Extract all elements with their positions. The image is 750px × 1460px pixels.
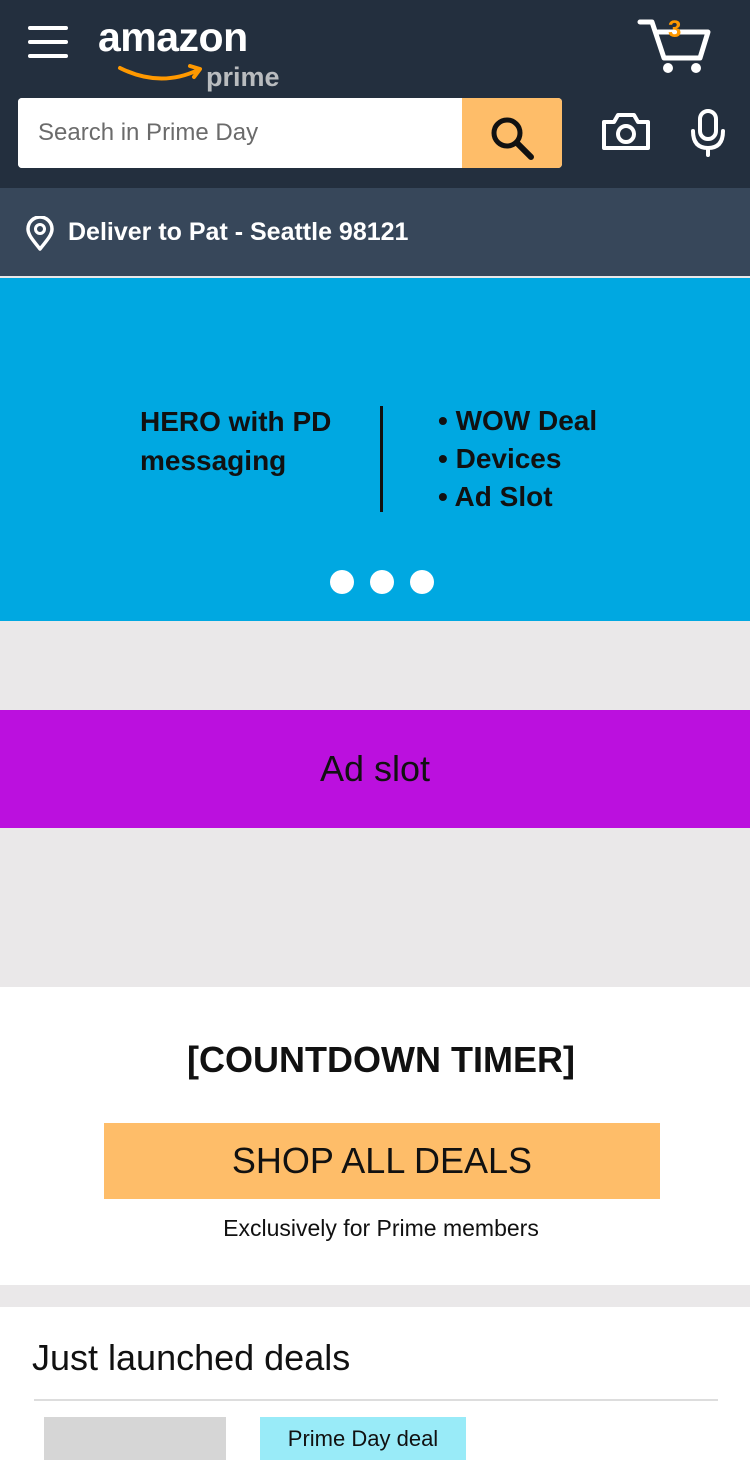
hero-bullet: • Devices xyxy=(438,443,562,474)
camera-icon[interactable] xyxy=(600,110,652,154)
carousel-dots xyxy=(330,570,440,596)
deal-product-image[interactable] xyxy=(44,1417,226,1460)
divider xyxy=(34,1399,718,1401)
header: amazon prime 3 xyxy=(0,0,750,188)
search-icon xyxy=(491,117,534,160)
deliver-to-label: Deliver to Pat - Seattle 98121 xyxy=(68,218,409,246)
hero-bullet-list: • WOW Deal • Devices • Ad Slot xyxy=(438,402,597,516)
microphone-icon[interactable] xyxy=(688,108,728,158)
ad-slot-label: Ad slot xyxy=(319,748,431,789)
logo-prime-text: prime xyxy=(206,62,280,92)
search-input[interactable] xyxy=(18,98,462,168)
cart-count-badge: 3 xyxy=(668,16,682,43)
hero-message: HERO with PD messaging xyxy=(140,402,331,480)
carousel-dot[interactable] xyxy=(330,570,354,594)
amazon-prime-logo[interactable]: amazon prime xyxy=(96,12,296,92)
hero-bullet: • Ad Slot xyxy=(438,481,553,512)
prime-day-deal-badge: Prime Day deal xyxy=(260,1417,466,1460)
deliver-to-bar[interactable]: Deliver to Pat - Seattle 98121 xyxy=(0,188,750,276)
countdown-timer: [COUNTDOWN TIMER] xyxy=(187,1039,575,1080)
hero-divider xyxy=(380,406,383,512)
ad-slot[interactable]: Ad slot xyxy=(0,710,750,828)
countdown-section: [COUNTDOWN TIMER] SHOP ALL DEALS Exclusi… xyxy=(0,987,750,1285)
carousel-dot[interactable] xyxy=(410,570,434,594)
search-bar xyxy=(18,98,562,168)
logo-amazon-text: amazon xyxy=(98,14,248,60)
just-launched-deals-section: Just launched deals Prime Day deal xyxy=(0,1307,750,1460)
carousel-dot[interactable] xyxy=(370,570,394,594)
menu-icon[interactable] xyxy=(26,20,70,64)
logo-smile-arrow-icon xyxy=(118,64,202,81)
search-button[interactable] xyxy=(462,98,562,168)
section-title: Just launched deals xyxy=(32,1337,351,1378)
cart-button[interactable]: 3 xyxy=(636,14,716,78)
hero-message-line-1: HERO with PD xyxy=(140,406,332,437)
hero-banner[interactable]: HERO with PD messaging • WOW Deal • Devi… xyxy=(0,278,750,621)
hero-message-line-2: messaging xyxy=(140,445,287,476)
hero-bullet: • WOW Deal xyxy=(438,405,598,436)
prime-exclusive-note: Exclusively for Prime members xyxy=(223,1215,539,1241)
location-pin-icon xyxy=(26,216,54,251)
shop-all-deals-button[interactable]: SHOP ALL DEALS xyxy=(104,1123,660,1199)
